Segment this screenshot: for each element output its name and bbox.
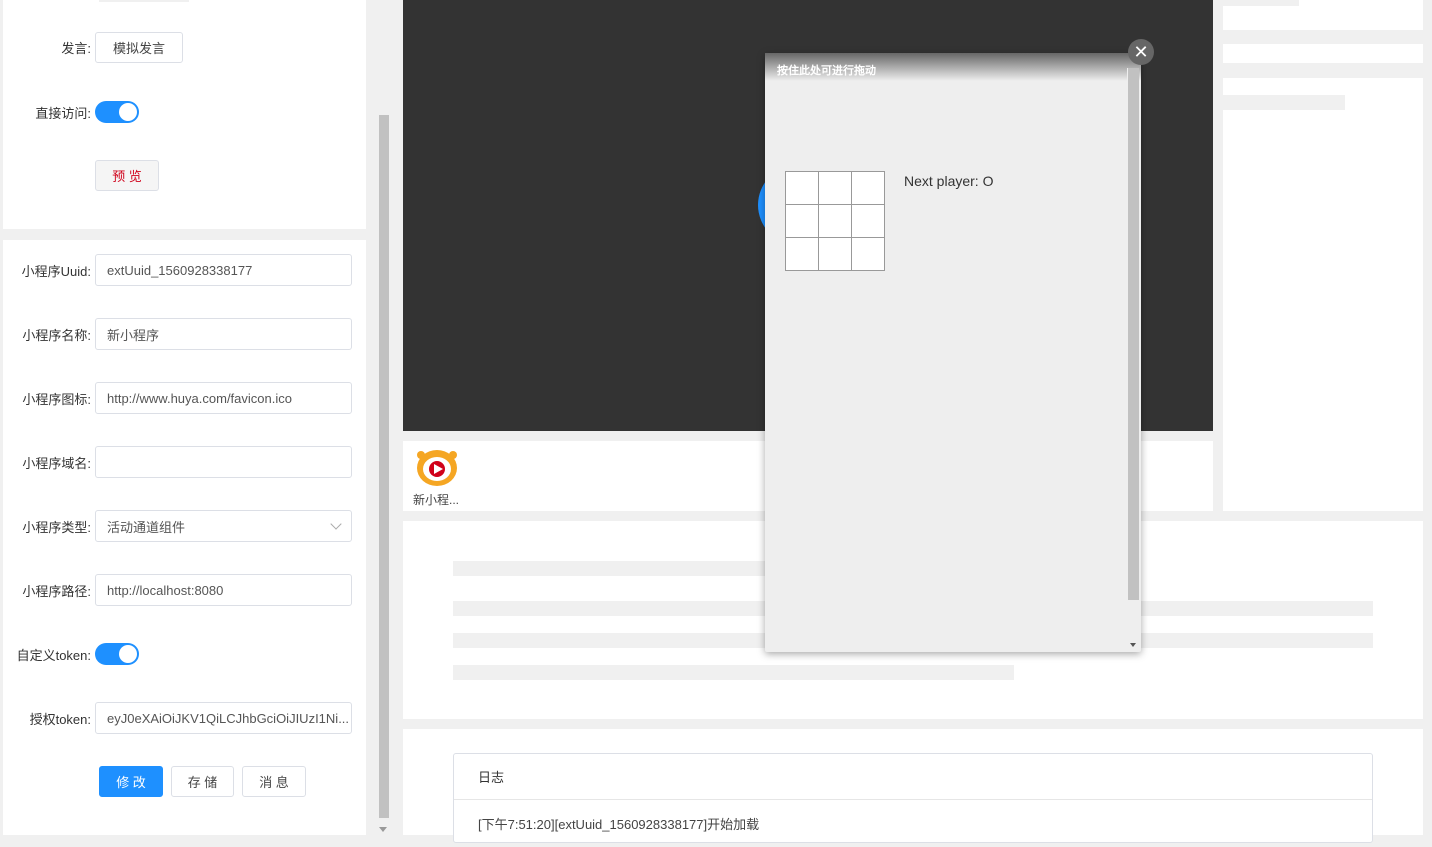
custom-token-label: 自定义token:	[16, 647, 91, 663]
preview-row: 预 览	[3, 160, 159, 191]
field-name: 小程序名称: 新小程序	[3, 318, 352, 350]
board-cell[interactable]	[819, 238, 852, 271]
chevron-down-icon	[330, 518, 342, 530]
preview-button[interactable]: 预 览	[95, 160, 159, 191]
auth-token-input[interactable]: eyJ0eXAiOiJKV1QiLCJhbGciOiJIUzI1Ni...	[95, 702, 352, 734]
scroll-down-icon[interactable]	[379, 827, 387, 832]
log-line: [下午7:51:20][extUuid_1560928338177]开始加载	[478, 817, 760, 832]
direct-access-label: 直接访问:	[35, 105, 91, 121]
tictactoe-board	[785, 171, 885, 271]
skeleton-line	[453, 561, 783, 576]
icon-url-input[interactable]: http://www.huya.com/favicon.ico	[95, 382, 352, 414]
uuid-input[interactable]: extUuid_1560928338177	[95, 254, 352, 286]
game-status: Next player: O	[904, 173, 994, 189]
message-button[interactable]: 消 息	[242, 766, 306, 797]
divider	[99, 0, 189, 2]
field-label: 小程序名称:	[22, 327, 91, 343]
log-title: 日志	[454, 754, 1372, 800]
placeholder-bar	[1223, 95, 1345, 110]
action-buttons: 修 改 存 储 消 息	[99, 766, 306, 797]
field-path: 小程序路径: http://localhost:8080	[3, 574, 352, 606]
domain-input[interactable]	[95, 446, 352, 478]
debug-card: 发言: 模拟发言 直接访问: 预 览	[3, 0, 366, 229]
type-select-value: 活动通道组件	[107, 519, 186, 535]
custom-token-toggle[interactable]	[95, 643, 139, 665]
scroll-down-icon[interactable]	[1130, 643, 1136, 647]
scrollbar-thumb[interactable]	[379, 115, 389, 818]
board-cell[interactable]	[852, 205, 885, 238]
path-input[interactable]: http://localhost:8080	[95, 574, 352, 606]
field-type: 小程序类型: 活动通道组件	[3, 510, 352, 542]
placeholder-bar	[1223, 6, 1423, 30]
board-cell[interactable]	[786, 205, 819, 238]
field-domain: 小程序域名:	[3, 446, 352, 478]
type-select[interactable]: 活动通道组件	[95, 510, 352, 542]
mini-program-popup: 按住此处可进行拖动 Next player: O	[765, 53, 1141, 652]
log-box: 日志 [下午7:51:20][extUuid_1560928338177]开始加…	[453, 753, 1373, 843]
board-cell[interactable]	[852, 238, 885, 271]
speak-label: 发言:	[61, 41, 91, 56]
left-scrollbar[interactable]	[376, 0, 391, 835]
left-panel: 发言: 模拟发言 直接访问: 预 览 小程序Uuid: extUuid_1560…	[0, 0, 368, 835]
board-cell[interactable]	[852, 172, 885, 205]
direct-access-toggle[interactable]	[95, 101, 139, 123]
field-label: 小程序类型:	[22, 519, 91, 535]
auth-token-row: 授权token: eyJ0eXAiOiJKV1QiLCJhbGciOiJIUzI…	[3, 702, 352, 734]
right-column	[1223, 0, 1423, 511]
save-button[interactable]: 存 储	[171, 766, 234, 797]
config-card: 小程序Uuid: extUuid_1560928338177 小程序名称: 新小…	[3, 240, 366, 835]
placeholder-bar	[1223, 63, 1423, 78]
custom-token-row: 自定义token:	[3, 643, 139, 665]
name-input[interactable]: 新小程序	[95, 318, 352, 350]
field-label: 小程序图标:	[22, 391, 91, 407]
placeholder-bar	[1223, 0, 1299, 6]
modify-button[interactable]: 修 改	[99, 766, 163, 797]
popup-scrollbar[interactable]	[1127, 68, 1139, 651]
field-label: 小程序域名:	[22, 455, 91, 471]
field-label: 小程序Uuid:	[21, 263, 91, 279]
popup-drag-handle[interactable]: 按住此处可进行拖动	[765, 53, 1141, 81]
speak-row: 发言: 模拟发言	[3, 32, 183, 63]
app-name[interactable]: 新小程...	[413, 491, 459, 508]
direct-access-row: 直接访问:	[3, 101, 139, 123]
auth-token-label: 授权token:	[29, 711, 91, 727]
board-cell[interactable]	[819, 172, 852, 205]
scrollbar-thumb[interactable]	[1128, 68, 1139, 600]
simulate-speak-button[interactable]: 模拟发言	[95, 32, 183, 63]
placeholder-bar	[1223, 30, 1423, 44]
board-cell[interactable]	[819, 205, 852, 238]
field-icon: 小程序图标: http://www.huya.com/favicon.ico	[3, 382, 352, 414]
board-cell[interactable]	[786, 238, 819, 271]
close-icon[interactable]: ✕	[1128, 39, 1154, 65]
field-uuid: 小程序Uuid: extUuid_1560928338177	[3, 254, 352, 286]
app-logo-icon[interactable]	[415, 447, 459, 487]
log-panel: 日志 [下午7:51:20][extUuid_1560928338177]开始加…	[403, 729, 1423, 843]
board-cell[interactable]	[786, 172, 819, 205]
field-label: 小程序路径:	[22, 583, 91, 599]
skeleton-line	[453, 665, 1014, 680]
